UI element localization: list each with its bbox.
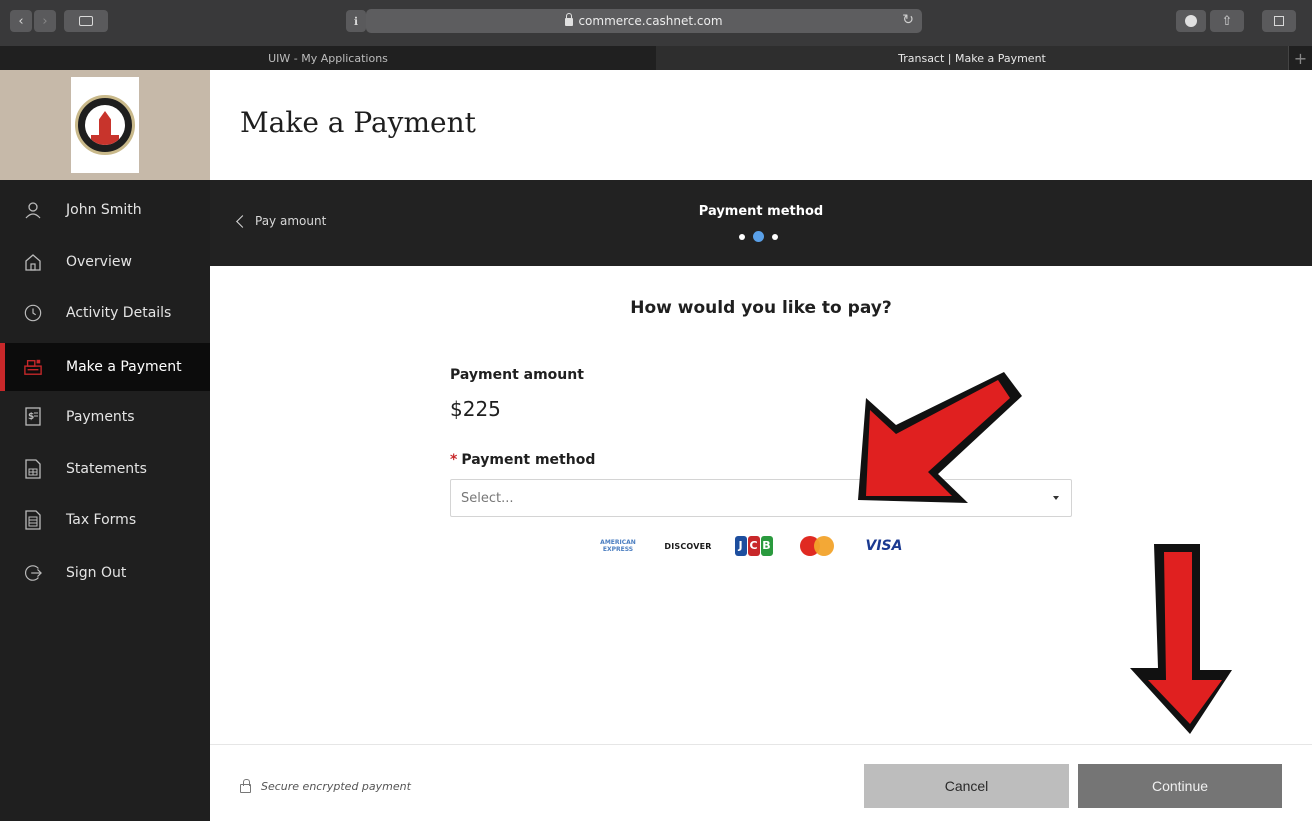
visa-text: VISA <box>865 538 903 554</box>
sidebar-item-profile[interactable]: John Smith <box>0 190 210 230</box>
sidebar-item-label: Make a Payment <box>66 359 182 375</box>
browser-toolbar: ‹ › ℹ commerce.cashnet.com ↻ ⇧ <box>0 0 1312 46</box>
sidebar-toggle-icon[interactable] <box>64 10 108 32</box>
sidebar-item-overview[interactable]: Overview <box>0 242 210 282</box>
tabs-overview-icon[interactable] <box>1262 10 1296 32</box>
sidebar-item-statements[interactable]: Statements <box>0 449 210 489</box>
sidebar-item-activity[interactable]: Activity Details <box>0 293 210 333</box>
share-icon[interactable]: ⇧ <box>1210 10 1244 32</box>
jcb-letter: J <box>734 536 747 556</box>
sign-out-icon <box>24 564 42 582</box>
sidebar-item-label: Activity Details <box>66 305 172 321</box>
svg-text:$: $ <box>28 412 34 422</box>
tab-uiw-applications[interactable]: UIW - My Applications <box>0 46 656 70</box>
step-title: Payment method <box>698 204 824 219</box>
browser-forward-icon[interactable]: › <box>34 10 56 32</box>
user-icon <box>24 201 42 219</box>
jcb-letter: B <box>760 536 773 556</box>
university-seal <box>75 95 135 155</box>
tab-label: UIW - My Applications <box>268 51 388 65</box>
clock-icon <box>24 304 42 322</box>
secure-payment-note: Secure encrypted payment <box>240 779 411 793</box>
register-icon <box>24 358 42 376</box>
caret-down-icon <box>1053 496 1059 500</box>
tax-form-icon <box>24 510 42 530</box>
page-header: Make a Payment <box>210 70 1312 180</box>
sidebar-item-make-payment[interactable]: Make a Payment <box>0 343 210 391</box>
sidebar-item-label: Statements <box>66 461 147 477</box>
sidebar-item-label: Payments <box>66 409 135 425</box>
step-dot <box>739 233 745 240</box>
address-text: commerce.cashnet.com <box>578 14 723 28</box>
mastercard-logo-icon <box>796 534 840 558</box>
university-logo[interactable] <box>71 77 139 173</box>
step-dot <box>772 233 778 240</box>
form-footer: Secure encrypted payment Cancel Continue <box>210 744 1312 821</box>
lock-icon <box>565 13 574 26</box>
statement-icon <box>24 459 42 479</box>
sidebar-item-payments[interactable]: $ Payments <box>0 397 210 437</box>
accepted-cards: AMERICAN EXPRESS DISCOVER JCB VISA <box>594 534 906 558</box>
amex-logo-icon: AMERICAN EXPRESS <box>594 534 642 558</box>
visa-logo-icon: VISA <box>862 534 906 558</box>
step-indicator <box>739 231 778 242</box>
sidebar-item-label: Overview <box>66 254 132 270</box>
payment-method-select[interactable]: Select... <box>450 479 1072 517</box>
payment-method-label: * Payment method <box>450 452 595 468</box>
step-dot-active <box>753 231 764 242</box>
sidebar-item-label: Tax Forms <box>66 512 137 528</box>
payment-form: How would you like to pay? Payment amoun… <box>210 266 1312 744</box>
lock-icon <box>240 779 251 793</box>
address-bar[interactable]: commerce.cashnet.com ↻ <box>366 9 922 33</box>
sidebar-item-sign-out[interactable]: Sign Out <box>0 553 210 593</box>
app-root: ‹ › ℹ commerce.cashnet.com ↻ ⇧ UIW - My … <box>0 0 1312 821</box>
page-title: Make a Payment <box>240 106 476 139</box>
sidebar-item-label: John Smith <box>66 202 142 218</box>
continue-button[interactable]: Continue <box>1078 764 1282 808</box>
browser-tab-bar: UIW - My Applications Transact | Make a … <box>0 46 1312 70</box>
form-question: How would you like to pay? <box>630 298 892 318</box>
jcb-logo-icon: JCB <box>734 534 774 558</box>
sidebar-nav: John Smith Overview Activity Details Mak… <box>0 180 210 821</box>
discover-logo-icon: DISCOVER <box>664 534 712 558</box>
required-mark: * <box>450 452 458 468</box>
payment-amount-label: Payment amount <box>450 367 584 383</box>
browser-back-icon[interactable]: ‹ <box>10 10 32 32</box>
reader-icon[interactable]: ℹ <box>346 10 366 32</box>
payment-method-label-text: Payment method <box>461 452 596 468</box>
amex-line1: AMERICAN <box>600 539 636 546</box>
jcb-letter: C <box>747 536 760 556</box>
logo-area <box>0 70 210 180</box>
amex-line2: EXPRESS <box>602 546 634 553</box>
tab-label: Transact | Make a Payment <box>898 51 1046 65</box>
secure-payment-text: Secure encrypted payment <box>261 779 411 793</box>
payment-amount-value: $225 <box>450 397 501 421</box>
new-tab-icon[interactable]: + <box>1288 46 1312 70</box>
downloads-icon[interactable] <box>1176 10 1206 32</box>
home-icon <box>24 253 42 271</box>
step-bar: Pay amount Payment method <box>210 180 1312 266</box>
discover-text: DISCOVER <box>664 541 712 551</box>
select-placeholder: Select... <box>461 490 514 506</box>
sidebar-item-label: Sign Out <box>66 565 127 581</box>
sidebar-item-tax-forms[interactable]: Tax Forms <box>0 500 210 540</box>
tab-transact-payment[interactable]: Transact | Make a Payment <box>656 46 1288 70</box>
receipt-icon: $ <box>24 407 42 426</box>
reload-icon[interactable]: ↻ <box>902 12 914 28</box>
cancel-button[interactable]: Cancel <box>864 764 1069 808</box>
